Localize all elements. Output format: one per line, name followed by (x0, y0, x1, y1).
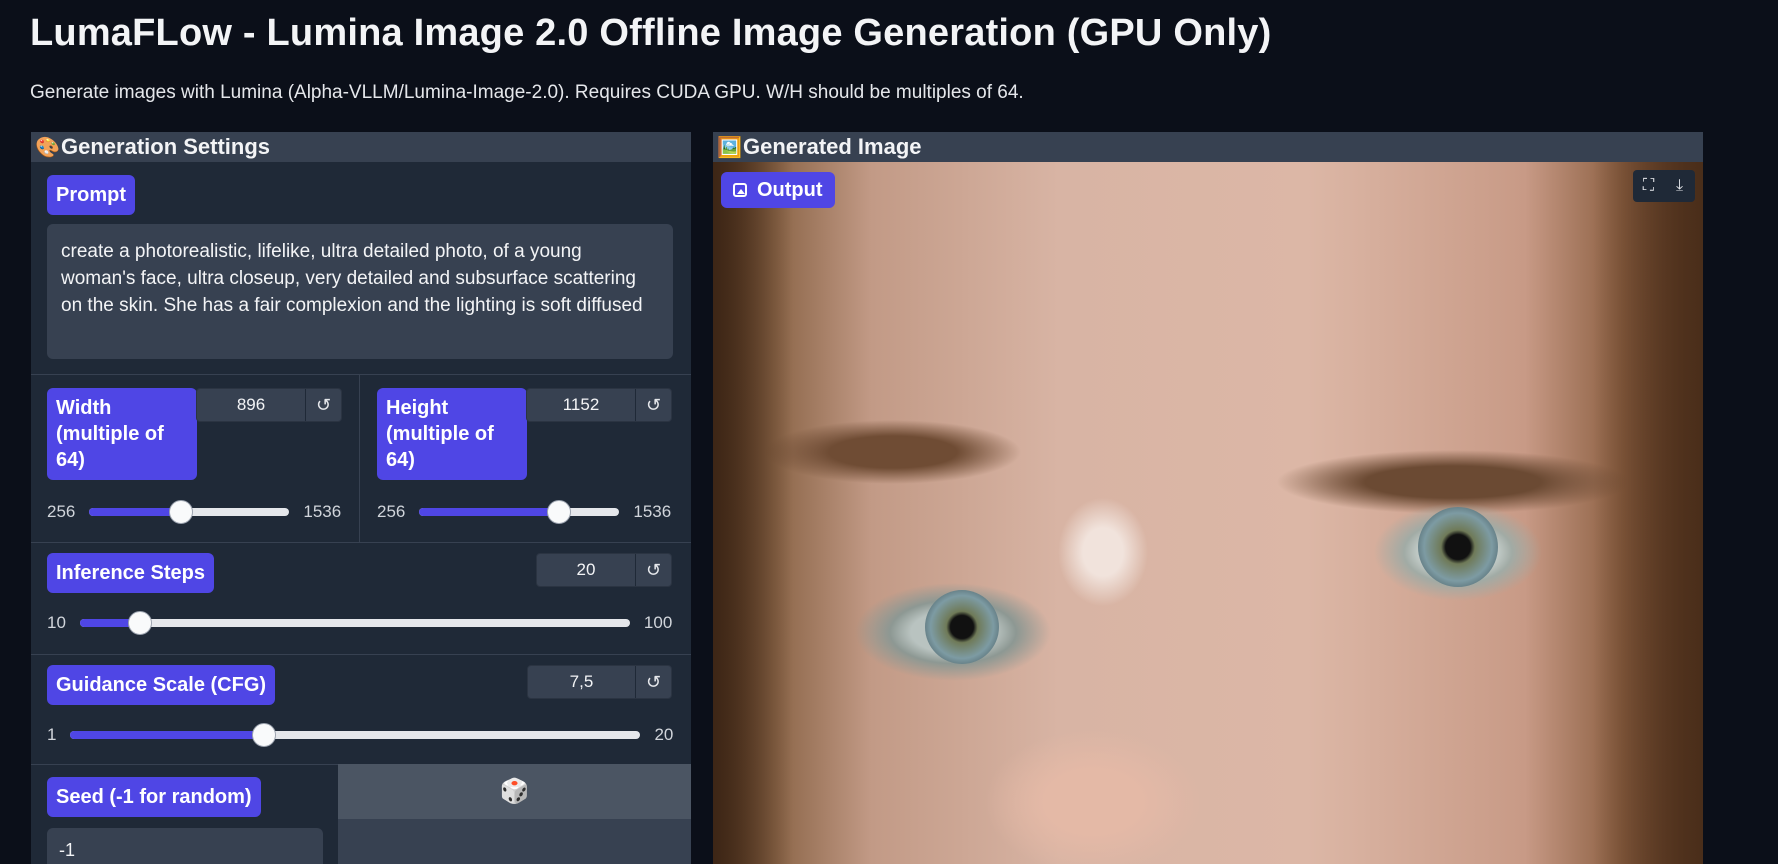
height-slider[interactable] (419, 500, 620, 524)
left-eye-iris (925, 590, 999, 664)
dice-icon: 🎲 (499, 778, 530, 805)
width-slider-fill (89, 508, 182, 516)
steps-max: 100 (643, 613, 673, 632)
app-title: LumaFLow - Lumina Image 2.0 Offline Imag… (30, 12, 1272, 54)
output-label: Output (757, 178, 823, 201)
cfg-max: 20 (654, 725, 674, 744)
height-value: 1152 (562, 395, 600, 414)
steps-input[interactable]: 20 ↺ (536, 553, 672, 587)
cfg-slider-thumb[interactable] (252, 723, 277, 747)
steps-value: 20 (576, 560, 596, 579)
cfg-reset-button[interactable]: ↺ (635, 666, 671, 698)
cfg-min: 1 (47, 725, 57, 744)
width-max: 1536 (303, 502, 342, 521)
generation-settings-panel: 🎨 Generation Settings Prompt create a ph… (31, 132, 691, 864)
output-badge: Output (721, 172, 835, 208)
steps-min: 10 (47, 613, 66, 632)
generated-image-panel: 🖼️ Generated Image Output ⛶ ⤓ (713, 132, 1703, 864)
cfg-value: 7,5 (569, 672, 594, 691)
width-slider[interactable] (89, 500, 290, 524)
prompt-textarea[interactable]: create a photorealistic, lifelike, ultra… (47, 224, 673, 359)
height-reset-button[interactable]: ↺ (635, 389, 671, 421)
width-reset-button[interactable]: ↺ (305, 389, 341, 421)
palette-icon: 🎨 (35, 136, 60, 159)
hair-left-shade (713, 162, 793, 864)
width-input[interactable]: 896 ↺ (196, 388, 342, 422)
picture-icon: 🖼️ (717, 136, 742, 159)
steps-slider-row: 10 100 (47, 611, 673, 635)
app-description: Generate images with Lumina (Alpha-VLLM/… (30, 82, 1024, 103)
width-value: 896 (236, 395, 266, 414)
steps-slider[interactable] (79, 611, 630, 635)
seed-input[interactable]: -1 (47, 828, 323, 864)
steps-slider-thumb[interactable] (128, 611, 153, 635)
height-slider-row: 256 1536 (377, 500, 672, 524)
generated-image[interactable]: Output ⛶ ⤓ (713, 162, 1703, 864)
download-icon[interactable]: ⤓ (1664, 170, 1695, 202)
cfg-label: Guidance Scale (CFG) (47, 665, 276, 705)
height-min: 256 (377, 502, 406, 521)
prompt-label: Prompt (47, 175, 135, 215)
width-slider-row: 256 1536 (47, 500, 342, 524)
height-label: Height (multiple of 64) (377, 388, 527, 480)
seed-side-area (338, 819, 691, 864)
width-label: Width (multiple of 64) (47, 388, 197, 480)
steps-reset-button[interactable]: ↺ (635, 554, 671, 586)
height-slider-fill (419, 508, 560, 516)
randomize-seed-button[interactable]: 🎲 (338, 764, 691, 819)
cfg-input[interactable]: 7,5 ↺ (527, 665, 672, 699)
cfg-slider-row: 1 20 (47, 723, 674, 747)
width-min: 256 (47, 502, 76, 521)
height-slider-thumb[interactable] (547, 500, 572, 524)
dimensions-divider (359, 374, 360, 542)
cfg-slider-fill (70, 731, 265, 739)
generation-settings-title: Generation Settings (61, 134, 271, 159)
seed-label: Seed (-1 for random) (47, 777, 261, 817)
fullscreen-icon[interactable]: ⛶ (1633, 170, 1664, 202)
cfg-slider[interactable] (70, 723, 641, 747)
width-slider-thumb[interactable] (169, 500, 194, 524)
generation-settings-header: 🎨 Generation Settings (31, 132, 691, 162)
generated-image-title: Generated Image (743, 134, 922, 159)
generated-image-header: 🖼️ Generated Image (713, 132, 1703, 162)
steps-label: Inference Steps (47, 553, 214, 593)
height-input[interactable]: 1152 ↺ (526, 388, 672, 422)
right-eye-iris (1418, 507, 1498, 587)
hair-right-shade (1593, 162, 1703, 864)
image-toolbar: ⛶ ⤓ (1633, 170, 1695, 202)
height-max: 1536 (633, 502, 672, 521)
image-icon (733, 183, 747, 197)
